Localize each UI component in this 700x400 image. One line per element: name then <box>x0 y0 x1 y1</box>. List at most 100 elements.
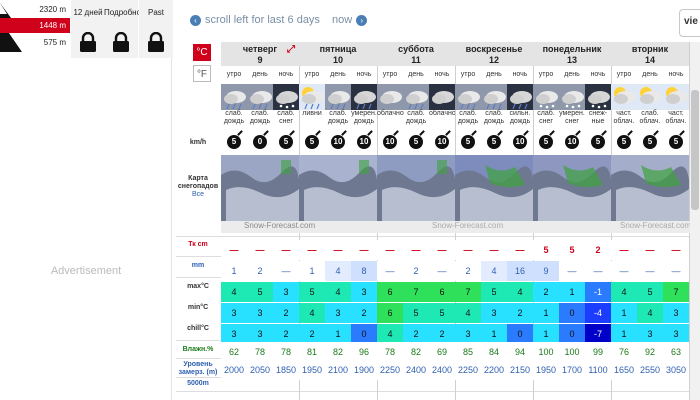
humidity-cell: 85 <box>455 342 481 362</box>
wind-indicator: 10 <box>377 130 403 154</box>
min-cell: 4 <box>455 303 481 323</box>
wind-indicator: 10 <box>325 130 351 154</box>
period-label: день <box>252 71 268 78</box>
freezing-cell: 2100 <box>325 360 351 380</box>
period-label: день <box>486 71 502 78</box>
max-cell: 3 <box>273 282 299 302</box>
tab-past[interactable]: Past <box>139 0 173 58</box>
chill-cell: 3 <box>221 324 247 344</box>
snow-map-thumbnail[interactable] <box>221 155 299 221</box>
chill-cell: 4 <box>377 324 403 344</box>
expand-arrow-icon[interactable]: ⤢ <box>287 44 295 55</box>
weather-summary: слаб. дождь <box>327 110 349 125</box>
chevron-left-icon: ‹ <box>190 14 201 26</box>
snow-map-thumbnail[interactable] <box>533 155 611 221</box>
min-cell: 3 <box>663 303 689 323</box>
row-label-chill: chill°C <box>187 325 209 332</box>
cloud-rain-icon <box>455 84 481 110</box>
map-credit[interactable]: Snow-Forecast.com <box>432 221 503 230</box>
wind-indicator: 5 <box>585 130 611 154</box>
day-header: пятница 10 <box>299 42 377 66</box>
cloud-rain-icon <box>325 84 351 110</box>
snow-cell: 2 <box>585 240 611 260</box>
map-credit[interactable]: Snow-Forecast.com <box>620 221 691 230</box>
period-label: утро <box>382 71 398 78</box>
humidity-cell: 69 <box>429 342 455 362</box>
unit-celsius-button[interactable]: °C <box>193 44 211 61</box>
min-cell: -4 <box>585 303 611 323</box>
wind-speed: 5 <box>461 135 475 149</box>
tab-12-days[interactable]: 12 дней <box>71 0 105 58</box>
snow-cell: — <box>377 240 403 260</box>
snow-cell: — <box>481 240 507 260</box>
cloud-rain-icon <box>481 84 507 110</box>
min-cell: 4 <box>637 303 663 323</box>
cloud-rain-icon <box>507 84 533 110</box>
wind-speed: 5 <box>669 135 683 149</box>
tab-detailed[interactable]: Подробно <box>104 0 141 58</box>
left-panel: 2320 m 1448 m 575 m 12 дней Подробно Pas… <box>0 0 173 400</box>
elevation-mid-selected[interactable]: 1448 m <box>0 18 70 33</box>
snow-map-thumbnail[interactable] <box>611 155 689 221</box>
snow-cell: — <box>351 240 377 260</box>
wind-speed: 5 <box>591 135 605 149</box>
wind-speed: 5 <box>305 135 319 149</box>
chill-cell: 0 <box>559 324 585 344</box>
humidity-cell: 100 <box>533 342 559 362</box>
map-credit[interactable]: Snow-Forecast.com <box>244 221 315 230</box>
row-label-min: min°C <box>187 304 209 311</box>
rain-cell: — <box>663 261 689 281</box>
wind-indicator: 5 <box>455 130 481 154</box>
wind-speed: 10 <box>383 135 397 149</box>
elevation-bottom[interactable]: 575 m <box>0 35 70 50</box>
rain-cell: — <box>637 261 663 281</box>
now-link[interactable]: now › <box>332 14 368 26</box>
row-label-5000m: 5000m <box>187 380 209 387</box>
snow-map-thumbnail[interactable] <box>299 155 377 221</box>
chill-cell: 2 <box>299 324 325 344</box>
max-cell: 5 <box>247 282 273 302</box>
day-name: пятница <box>319 44 357 54</box>
freezing-cell: 2000 <box>221 360 247 380</box>
period-label: утро <box>460 71 476 78</box>
partly-cloudy-icon <box>611 84 637 110</box>
wind-arrow-icon <box>575 130 581 136</box>
wind-indicator: 0 <box>247 130 273 154</box>
wind-arrow-icon <box>601 130 607 136</box>
wind-arrow-icon <box>679 130 685 136</box>
freezing-cell: 1950 <box>533 360 559 380</box>
view-button[interactable]: vie <box>679 9 700 37</box>
humidity-cell: 96 <box>351 342 377 362</box>
unit-fahrenheit-button[interactable]: °F <box>193 65 211 82</box>
elevation-top[interactable]: 2320 m <box>0 2 70 17</box>
day-name: понедельник <box>542 44 602 54</box>
snow-map-thumbnail[interactable] <box>455 155 533 221</box>
wind-indicator: 5 <box>663 130 689 154</box>
row-label-snowmap-all[interactable]: Все <box>192 191 204 198</box>
scroll-left-label: scroll left for last 6 days <box>205 14 320 26</box>
rain-cell: 1 <box>221 261 247 281</box>
scrollbar-thumb[interactable] <box>691 90 699 210</box>
freezing-cell: 2400 <box>429 360 455 380</box>
day-number: 11 <box>411 55 421 65</box>
min-cell: 2 <box>507 303 533 323</box>
row-label-freezing: Уровень замерз. (m) <box>178 361 218 376</box>
partly-cloudy-icon <box>299 84 325 110</box>
tab-12-days-label: 12 дней <box>73 8 103 17</box>
max-cell: 5 <box>637 282 663 302</box>
max-cell: 4 <box>507 282 533 302</box>
period-label: утро <box>304 71 320 78</box>
wind-speed: 5 <box>487 135 501 149</box>
freezing-cell: 1100 <box>585 360 611 380</box>
weather-summary: умерен. дождь <box>351 110 377 125</box>
rain-cell: 9 <box>533 261 559 281</box>
scroll-left-link[interactable]: ‹ scroll left for last 6 days <box>190 14 320 26</box>
max-cell: 4 <box>221 282 247 302</box>
weather-summary: слаб. облач. <box>639 110 661 125</box>
weather-summary: облачно <box>429 110 456 117</box>
snow-map-thumbnail[interactable] <box>377 155 455 221</box>
freezing-cell: 1650 <box>611 360 637 380</box>
max-cell: 2 <box>533 282 559 302</box>
chill-cell: 3 <box>637 324 663 344</box>
elevation-selector[interactable]: 2320 m 1448 m 575 m <box>0 0 70 52</box>
